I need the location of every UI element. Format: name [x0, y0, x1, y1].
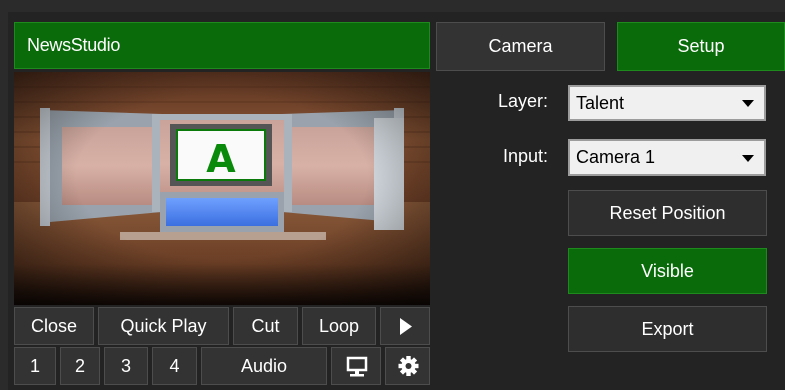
- loop-button[interactable]: Loop: [302, 307, 376, 345]
- cut-button[interactable]: Cut: [233, 307, 298, 345]
- layer-dropdown[interactable]: Talent: [568, 85, 766, 121]
- studio-title-bar: NewsStudio: [14, 22, 430, 69]
- chevron-down-icon: [742, 100, 754, 107]
- close-button[interactable]: Close: [14, 307, 94, 345]
- gear-icon: [398, 356, 419, 376]
- input-dropdown[interactable]: Camera 1: [568, 139, 766, 176]
- studio-scene-image: A: [14, 72, 430, 305]
- channel-1-button[interactable]: 1: [14, 347, 56, 385]
- visible-toggle-button[interactable]: Visible: [568, 248, 767, 294]
- layer-label: Layer:: [497, 91, 548, 111]
- channel-2-button[interactable]: 2: [60, 347, 100, 385]
- reset-position-button[interactable]: Reset Position: [568, 190, 767, 236]
- tab-setup[interactable]: Setup: [617, 22, 785, 71]
- monitor-button[interactable]: [331, 347, 381, 385]
- input-value: Camera 1: [576, 147, 656, 167]
- audio-button[interactable]: Audio: [201, 347, 327, 385]
- chevron-down-icon: [742, 154, 754, 162]
- tab-camera[interactable]: Camera: [436, 22, 605, 71]
- studio-preview[interactable]: A: [14, 72, 430, 305]
- export-button[interactable]: Export: [568, 306, 767, 352]
- channel-4-button[interactable]: 4: [152, 347, 197, 385]
- play-icon: [400, 318, 412, 335]
- input-label: Input:: [502, 146, 548, 166]
- settings-button[interactable]: [385, 347, 430, 385]
- monitor-icon: [346, 356, 368, 377]
- layer-value: Talent: [576, 93, 625, 113]
- studio-title: NewsStudio: [27, 35, 121, 55]
- quick-play-button[interactable]: Quick Play: [98, 307, 229, 345]
- play-button[interactable]: [380, 307, 430, 345]
- channel-3-button[interactable]: 3: [104, 347, 148, 385]
